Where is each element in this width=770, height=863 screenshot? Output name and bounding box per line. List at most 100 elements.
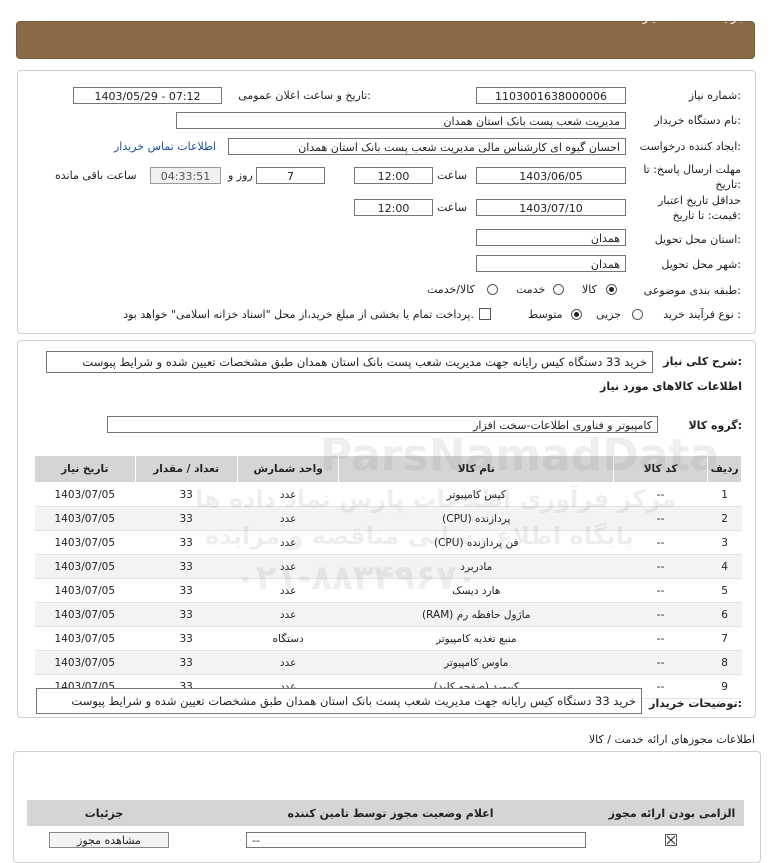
cell-row: 9: [707, 674, 742, 699]
table-row: 7 -- منبع تغذیه کامپیوتر دستگاه 33 1403/07/05: [34, 626, 742, 651]
cell-row: 4: [707, 554, 742, 579]
cell-code: --: [613, 506, 708, 531]
items-table: ردیف کد کالا نام کالا واحد شمارش تعداد /…: [34, 455, 742, 699]
deadline-time-label: ساعت: [437, 169, 467, 182]
table-row: 2 -- پردازنده (CPU) عدد 33 1403/07/05: [34, 506, 742, 531]
permit-status-header: اعلام وضعیت مجوز توسط تامین کننده: [287, 807, 494, 820]
cell-unit: دستگاه: [237, 626, 339, 651]
goods-group-label: گروه کالا:: [688, 419, 742, 432]
cell-date: 1403/07/05: [34, 602, 136, 627]
buyer-contact-link[interactable]: اطلاعات تماس خریدار: [114, 140, 216, 153]
cell-quantity: 33: [135, 578, 238, 603]
items-table-header: ردیف کد کالا نام کالا واحد شمارش تعداد /…: [34, 455, 742, 483]
col-code: کد کالا: [613, 455, 709, 483]
cell-name: هارد دیسک: [338, 578, 614, 603]
cell-date: 1403/07/05: [34, 650, 136, 675]
col-name: نام کالا: [338, 455, 615, 483]
deadline-label-line1: مهلت ارسال پاسخ: تا: [643, 163, 741, 176]
need-number-label: شماره نیاز:: [688, 89, 741, 102]
page-header: [17, 22, 754, 58]
process-option-minor: جزیی: [596, 308, 622, 321]
category-radio-goods[interactable]: [606, 284, 617, 295]
summary-field: خرید 33 دستگاه کیس رایانه جهت مدیریت شعب…: [46, 351, 653, 373]
cell-date: 1403/07/05: [34, 626, 136, 651]
process-type-label: نوع فرآیند خرید :: [663, 308, 741, 321]
remaining-label: ساعت باقی مانده: [55, 169, 137, 182]
permit-required-header: الزامی بودن ارائه مجوز: [608, 807, 736, 820]
cell-code: --: [613, 482, 708, 507]
table-row: 8 -- ماوس کامپیوتر عدد 33 1403/07/05: [34, 650, 742, 675]
validity-label-line1: حداقل تاریخ اعتبار: [657, 194, 741, 207]
cell-unit: عدد: [237, 602, 339, 627]
buyer-notes-field: خرید 33 دستگاه کیس رایانه جهت مدیریت شعب…: [36, 688, 642, 714]
cell-unit: عدد: [237, 506, 339, 531]
city-field: همدان: [476, 255, 626, 272]
cell-quantity: 33: [135, 650, 238, 675]
cell-row: 3: [707, 530, 742, 555]
table-row: 4 -- مادربرد عدد 33 1403/07/05: [34, 554, 742, 579]
permit-required-checkbox: [665, 834, 677, 846]
view-permit-button[interactable]: مشاهده مجوز: [49, 832, 169, 848]
province-label: استان محل تحویل:: [654, 233, 741, 246]
cell-quantity: 33: [135, 482, 238, 507]
cell-name: ماژول حافظه رم (RAM): [338, 602, 614, 627]
cell-quantity: 33: [135, 554, 238, 579]
category-radio-service[interactable]: [553, 284, 564, 295]
col-quantity: تعداد / مقدار: [134, 455, 238, 483]
process-option-medium: متوسط: [528, 308, 563, 321]
table-row: 6 -- ماژول حافظه رم (RAM) عدد 33 1403/07/05: [34, 602, 742, 627]
table-row: 3 -- فن پردازنده (CPU) عدد 33 1403/07/05: [34, 530, 742, 555]
table-row: 5 -- هارد دیسک عدد 33 1403/07/05: [34, 578, 742, 603]
category-option-goods-service: کالا/خدمت: [427, 283, 475, 296]
creator-field: احسان گیوه ای کارشناس مالی مدیریت شعب پس…: [228, 138, 626, 155]
validity-date-field: 1403/07/10: [476, 199, 626, 216]
permit-status-field[interactable]: --: [246, 832, 586, 848]
treasury-payment-note: پرداخت تمام یا بخشی از مبلغ خرید،از محل …: [123, 308, 474, 321]
cell-quantity: 33: [135, 602, 238, 627]
cell-name: ماوس کامپیوتر: [338, 650, 614, 675]
treasury-payment-checkbox[interactable]: [479, 308, 491, 320]
cell-name: مادربرد: [338, 554, 614, 579]
cell-row: 6: [707, 602, 742, 627]
remaining-time-field: 04:33:51: [150, 167, 221, 184]
cell-date: 1403/07/05: [34, 506, 136, 531]
deadline-date-field: 1403/06/05: [476, 167, 626, 184]
cell-date: 1403/07/05: [34, 554, 136, 579]
days-label: روز و: [228, 169, 253, 182]
cell-unit: عدد: [237, 650, 339, 675]
permits-title: اطلاعات مجوزهای ارائه خدمت / کالا: [588, 733, 755, 746]
announce-field: 1403/05/29 - 07:12: [73, 87, 222, 104]
cell-row: 5: [707, 578, 742, 603]
validity-time-label: ساعت: [437, 201, 467, 214]
cell-code: --: [613, 650, 708, 675]
cell-name: منبع تغذیه کامپیوتر: [338, 626, 614, 651]
process-radio-minor[interactable]: [632, 309, 643, 320]
cell-row: 8: [707, 650, 742, 675]
buyer-field: مدیریت شعب پست بانک استان همدان: [176, 112, 626, 129]
cell-row: 2: [707, 506, 742, 531]
province-field: همدان: [476, 229, 626, 246]
deadline-time-field: 12:00: [354, 167, 433, 184]
announce-label: تاریخ و ساعت اعلان عمومی:: [238, 89, 371, 102]
category-option-service: خدمت: [516, 283, 546, 296]
cell-date: 1403/07/05: [34, 578, 136, 603]
summary-label: شرح کلی نیاز:: [663, 355, 742, 368]
col-row: ردیف: [707, 455, 742, 483]
buyer-notes-label: توضیحات خریدار:: [649, 697, 742, 710]
items-section-title: اطلاعات کالاهای مورد نیاز: [600, 380, 742, 393]
cell-unit: عدد: [237, 482, 339, 507]
cell-name: کیس کامپیوتر: [338, 482, 614, 507]
cell-unit: عدد: [237, 554, 339, 579]
cell-name: پردازنده (CPU): [338, 506, 614, 531]
cell-code: --: [613, 554, 708, 579]
checkbox-cross-icon: [666, 835, 676, 845]
process-radio-medium[interactable]: [571, 309, 582, 320]
buyer-label: نام دستگاه خریدار:: [654, 114, 741, 127]
category-radio-goods-service[interactable]: [487, 284, 498, 295]
cell-unit: عدد: [237, 530, 339, 555]
deadline-label-line2: تاریخ:: [715, 178, 741, 191]
page-title: جزئیات اطلاعات نیاز: [642, 10, 745, 24]
cell-name: فن پردازنده (CPU): [338, 530, 614, 555]
cell-date: 1403/07/05: [34, 530, 136, 555]
need-number-field: 1103001638000006: [476, 87, 626, 104]
